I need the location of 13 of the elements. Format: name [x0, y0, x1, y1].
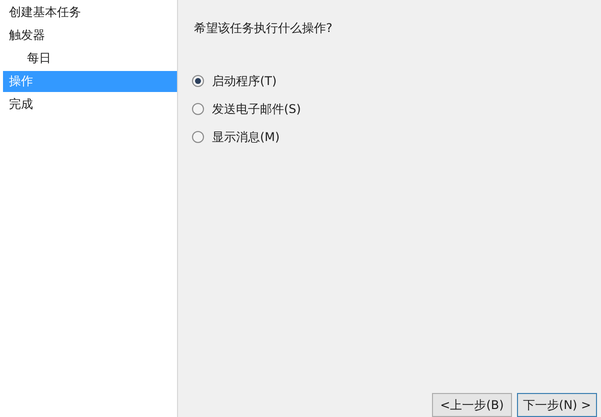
next-button[interactable]: 下一步(N) > [517, 393, 597, 417]
sidebar-item[interactable]: 完成 [3, 94, 177, 115]
question-text: 希望该任务执行什么操作? [194, 20, 332, 37]
radio-button[interactable] [192, 103, 204, 115]
option-label: 启动程序(T) [212, 73, 277, 90]
sidebar-item[interactable]: 创建基本任务 [3, 2, 177, 23]
sidebar-item[interactable]: 触发器 [3, 25, 177, 46]
sidebar-item[interactable]: 每日 [3, 48, 177, 69]
option-label: 显示消息(M) [212, 129, 280, 146]
option-label: 发送电子邮件(S) [212, 101, 301, 118]
back-button[interactable]: <上一步(B) [432, 393, 512, 417]
radio-button[interactable] [192, 75, 204, 87]
radio-button[interactable] [192, 131, 204, 143]
